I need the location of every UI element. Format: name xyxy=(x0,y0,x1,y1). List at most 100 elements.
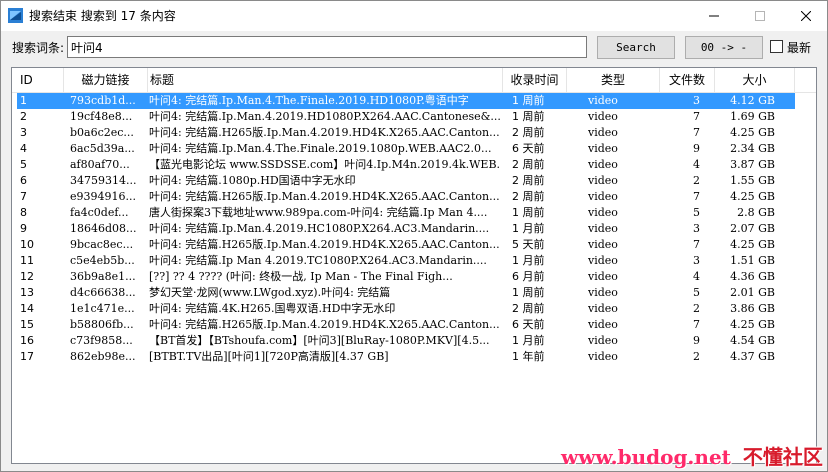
column-header-magnet[interactable]: 磁力链接 xyxy=(64,68,148,93)
cell-title: 叶问4: 完结篇.Ip.Man.4.The.Finale.2019.HD1080… xyxy=(149,94,469,107)
cell-time: 6 天前 xyxy=(512,318,545,331)
cell-id: 6 xyxy=(20,174,27,187)
table-row[interactable]: 11 c5e4eb5b... 叶问4: 完结篇.Ip Man 4.2019.TC10… xyxy=(12,253,816,269)
window-title: 搜索结束 搜索到 17 条内容 xyxy=(29,9,176,23)
cell-title: 【BT首发】【BTshoufa.com】[叶问3][BluRay-1080P.M… xyxy=(149,334,490,347)
cell-size: 3.87 GB xyxy=(730,158,775,171)
cell-time: 2 周前 xyxy=(512,158,545,171)
cell-files: 9 xyxy=(693,142,700,155)
column-header-type[interactable]: 类型 xyxy=(567,68,660,93)
cell-magnet: 36b9a8e1... xyxy=(70,270,136,283)
table-row[interactable]: 12 36b9a8e1... [??] ?? 4 ???? (叶问: 终极一战, I… xyxy=(12,269,816,285)
cell-time: 2 周前 xyxy=(512,126,545,139)
table-row[interactable]: 6 34759314... 叶问4: 完结篇.1080p.HD国语中字无水印 2 周前… xyxy=(12,173,816,189)
cell-time: 6 天前 xyxy=(512,142,545,155)
cell-magnet: 793cdb1d... xyxy=(70,94,136,107)
cell-type: video xyxy=(588,94,618,107)
cell-type: video xyxy=(588,158,618,171)
cell-files: 7 xyxy=(693,190,700,203)
cell-time: 1 年前 xyxy=(512,350,545,363)
cell-magnet: 1e1c471e... xyxy=(70,302,135,315)
cell-magnet: 18646d08... xyxy=(70,222,137,235)
cell-size: 4.12 GB xyxy=(730,94,775,107)
close-icon xyxy=(801,11,811,21)
cell-type: video xyxy=(588,334,618,347)
cell-title: 唐人街探案3下载地址www.989pa.com-叶问4: 完结篇.Ip Man … xyxy=(149,206,488,219)
column-header-files[interactable]: 文件数 xyxy=(660,68,715,93)
table-row[interactable]: 17 862eb98e... [BTBT.TV出品][叶问1][720P高清版][4… xyxy=(12,349,816,365)
list-rows: 1 793cdb1d... 叶问4: 完结篇.Ip.Man.4.The.Finale… xyxy=(12,93,816,365)
table-row[interactable]: 13 d4c66638... 梦幻天堂·龙网(www.LWgod.xyz).叶问4:… xyxy=(12,285,816,301)
table-row[interactable]: 10 9bcac8ec... 叶问4: 完结篇.H265版.Ip.Man.4.201… xyxy=(12,237,816,253)
minimize-button[interactable] xyxy=(691,1,737,31)
cell-id: 13 xyxy=(20,286,34,299)
cell-files: 2 xyxy=(693,302,700,315)
cell-title: 梦幻天堂·龙网(www.LWgod.xyz).叶问4: 完结篇 xyxy=(149,286,391,299)
maximize-button[interactable] xyxy=(737,1,783,31)
cell-size: 2.8 GB xyxy=(737,206,775,219)
cell-type: video xyxy=(588,142,618,155)
cell-id: 5 xyxy=(20,158,27,171)
cell-title: 叶问4: 完结篇.Ip.Man.4.2019.HD1080P.X264.AAC.… xyxy=(149,110,501,123)
cell-type: video xyxy=(588,254,618,267)
cell-type: video xyxy=(588,190,618,203)
cell-magnet: d4c66638... xyxy=(70,286,136,299)
cell-files: 3 xyxy=(693,254,700,267)
cell-size: 3.86 GB xyxy=(730,302,775,315)
latest-checkbox-label[interactable]: 最新 xyxy=(787,39,811,56)
table-row[interactable]: 9 18646d08... 叶问4: 完结篇.Ip.Man.4.2019.HC108… xyxy=(12,221,816,237)
cell-size: 4.25 GB xyxy=(730,126,775,139)
results-list[interactable]: ID 磁力链接 标题 收录时间 类型 文件数 大小 1 793cdb1d... 叶问… xyxy=(11,67,817,464)
cell-title: 叶问4: 完结篇.H265版.Ip.Man.4.2019.HD4K.X265.A… xyxy=(149,318,500,331)
cell-time: 2 周前 xyxy=(512,302,545,315)
cell-time: 1 周前 xyxy=(512,206,545,219)
cell-title: 叶问4: 完结篇.Ip.Man.4.2019.HC1080P.X264.AC3.… xyxy=(149,222,490,235)
column-header-title[interactable]: 标题 xyxy=(148,68,503,93)
cell-type: video xyxy=(588,270,618,283)
table-row[interactable]: 5 af80af70... 【蓝光电影论坛 www.SSDSSE.com】叶问4.I… xyxy=(12,157,816,173)
cell-files: 7 xyxy=(693,126,700,139)
table-row[interactable]: 16 c73f9858... 【BT首发】【BTshoufa.com】[叶问3][B… xyxy=(12,333,816,349)
cell-id: 10 xyxy=(20,238,34,251)
app-icon xyxy=(8,8,23,23)
cell-size: 2.01 GB xyxy=(730,286,775,299)
close-button[interactable] xyxy=(783,1,828,31)
cell-type: video xyxy=(588,302,618,315)
cell-title: 叶问4: 完结篇.Ip Man 4.2019.TC1080P.X264.AC3.… xyxy=(149,254,487,267)
cell-type: video xyxy=(588,206,618,219)
maximize-icon xyxy=(755,11,765,21)
cell-id: 14 xyxy=(20,302,34,315)
page-button[interactable]: 00 -> - xyxy=(685,36,763,59)
cell-magnet: 862eb98e... xyxy=(70,350,136,363)
search-button[interactable]: Search xyxy=(597,36,675,59)
search-label: 搜索词条: xyxy=(12,41,65,55)
watermark-url: www.budog.net xyxy=(561,445,731,469)
table-row[interactable]: 2 19cf48e8... 叶问4: 完结篇.Ip.Man.4.2019.HD108… xyxy=(12,109,816,125)
cell-title: 叶问4: 完结篇.4K.H265.国粤双语.HD中字无水印 xyxy=(149,302,396,315)
column-header-id[interactable]: ID xyxy=(12,68,64,93)
latest-checkbox[interactable] xyxy=(770,40,783,53)
column-header-time[interactable]: 收录时间 xyxy=(503,68,567,93)
table-row[interactable]: 14 1e1c471e... 叶问4: 完结篇.4K.H265.国粤双语.HD中字无… xyxy=(12,301,816,317)
cell-id: 17 xyxy=(20,350,34,363)
cell-time: 1 周前 xyxy=(512,110,545,123)
table-row[interactable]: 15 b58806fb... 叶问4: 完结篇.H265版.Ip.Man.4.201… xyxy=(12,317,816,333)
table-row[interactable]: 8 fa4c0def... 唐人街探案3下载地址www.989pa.com-叶问4:… xyxy=(12,205,816,221)
table-row[interactable]: 7 e9394916... 叶问4: 完结篇.H265版.Ip.Man.4.2019… xyxy=(12,189,816,205)
cell-magnet: fa4c0def... xyxy=(70,206,129,219)
table-row[interactable]: 3 b0a6c2ec... 叶问4: 完结篇.H265版.Ip.Man.4.2019… xyxy=(12,125,816,141)
watermark-name: 不懂社区 xyxy=(742,445,823,469)
cell-magnet: 19cf48e8... xyxy=(70,110,133,123)
cell-magnet: c73f9858... xyxy=(70,334,133,347)
search-input[interactable] xyxy=(67,36,587,58)
cell-type: video xyxy=(588,238,618,251)
cell-size: 4.25 GB xyxy=(730,318,775,331)
cell-time: 1 周前 xyxy=(512,286,545,299)
cell-id: 8 xyxy=(20,206,27,219)
title-bar[interactable]: 搜索结束 搜索到 17 条内容 xyxy=(1,1,827,31)
table-row[interactable]: 4 6ac5d39a... 叶问4: 完结篇.Ip.Man.4.The.Finale… xyxy=(12,141,816,157)
cell-title: [??] ?? 4 ???? (叶问: 终极一战, Ip Man - The F… xyxy=(149,270,453,283)
table-row[interactable]: 1 793cdb1d... 叶问4: 完结篇.Ip.Man.4.The.Finale… xyxy=(12,93,816,109)
cell-id: 3 xyxy=(20,126,27,139)
column-header-size[interactable]: 大小 xyxy=(715,68,795,93)
